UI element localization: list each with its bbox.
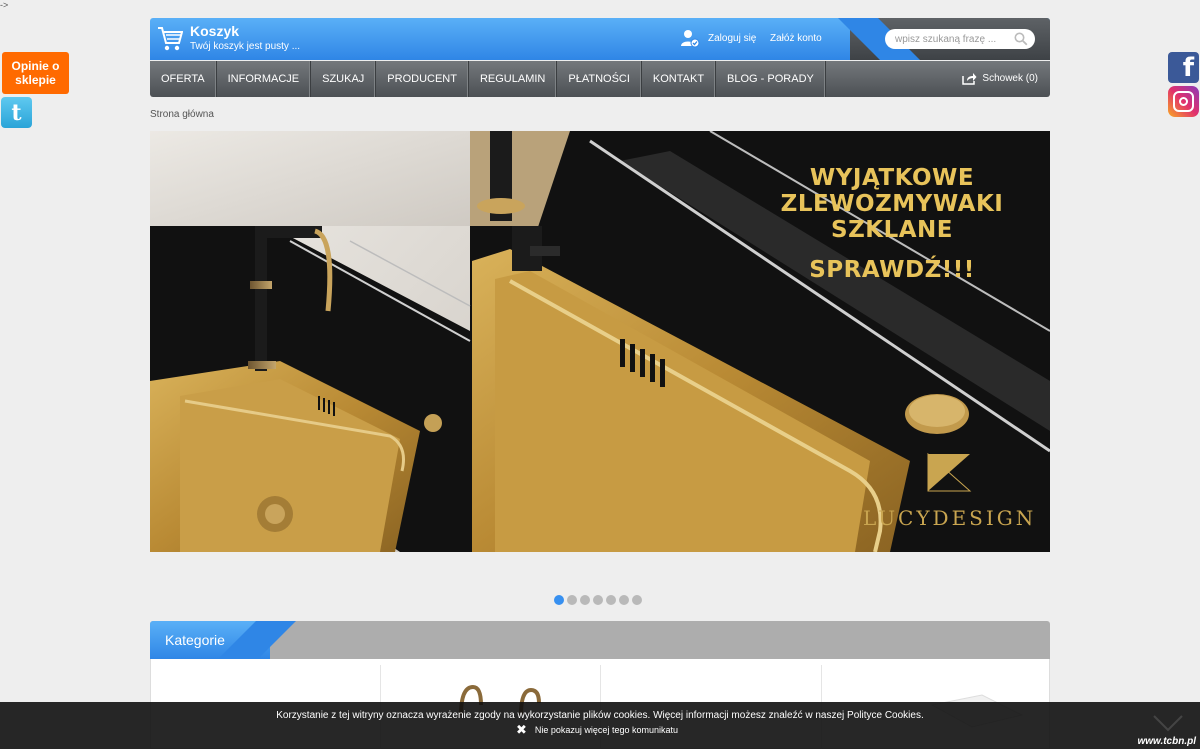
share-icon xyxy=(962,73,977,85)
user-icon xyxy=(681,30,700,48)
facebook-icon[interactable]: f xyxy=(1168,52,1199,83)
twitter-icon[interactable]: t xyxy=(1,97,32,128)
banner-cta[interactable]: SPRAWDŹ!!! xyxy=(762,257,1022,283)
chevron-down-icon[interactable] xyxy=(1152,714,1184,732)
breadcrumb[interactable]: Strona główna xyxy=(150,109,214,120)
cookie-bar: Korzystanie z tej witryny oznacza wyraże… xyxy=(0,702,1200,749)
opinie-button[interactable]: Opinie o sklepie xyxy=(2,52,69,94)
corner-mark: -> xyxy=(0,0,9,10)
banner-headline: WYJĄTKOWE ZLEWOZMYWAKI SZKLANE SPRAWDŹ!!… xyxy=(762,165,1022,283)
search-icon[interactable] xyxy=(1014,32,1028,46)
nav-item-regulamin[interactable]: REGULAMIN xyxy=(469,61,558,97)
cookie-message: Korzystanie z tej witryny oznacza wyraże… xyxy=(276,710,924,721)
hero-banner[interactable]: WYJĄTKOWE ZLEWOZMYWAKI SZKLANE SPRAWDŹ!!… xyxy=(150,131,1050,552)
close-icon: ✖ xyxy=(516,722,527,737)
slider-dot[interactable] xyxy=(632,595,642,605)
slider-dot[interactable] xyxy=(554,595,564,605)
slider-dots xyxy=(554,595,642,605)
search-input[interactable] xyxy=(895,32,1005,46)
footer-credit[interactable]: www.tcbn.pl xyxy=(1137,736,1196,747)
slider-dot[interactable] xyxy=(606,595,616,605)
instagram-icon[interactable] xyxy=(1168,86,1199,117)
headline-line-1: WYJĄTKOWE xyxy=(809,165,975,191)
main-nav: OFERTA INFORMACJE SZUKAJ PRODUCENT REGUL… xyxy=(150,61,1050,97)
cookie-dismiss-button[interactable]: ✖ Nie pokazuj więcej tego komunikatu xyxy=(516,722,678,737)
clipboard-link[interactable]: Schowek (0) xyxy=(962,72,1038,85)
slider-dot[interactable] xyxy=(567,595,577,605)
categories-header: Kategorie xyxy=(150,621,1050,659)
headline-line-3: SZKLANE xyxy=(831,217,953,243)
nav-item-producent[interactable]: PRODUCENT xyxy=(376,61,469,97)
categories-title: Kategorie xyxy=(165,632,225,648)
slider-dot[interactable] xyxy=(619,595,629,605)
slider-dot[interactable] xyxy=(580,595,590,605)
search-box xyxy=(885,29,1035,49)
cart-icon[interactable] xyxy=(157,24,183,52)
clipboard-label: Schowek (0) xyxy=(982,73,1038,84)
register-link[interactable]: Załóż konto xyxy=(770,33,822,44)
nav-item-blog[interactable]: BLOG - PORADY xyxy=(716,61,826,97)
slider-dot[interactable] xyxy=(593,595,603,605)
cart-title[interactable]: Koszyk xyxy=(190,23,239,39)
headline-line-2: ZLEWOZMYWAKI xyxy=(780,191,1004,217)
nav-item-platnosci[interactable]: PŁATNOŚCI xyxy=(557,61,642,97)
search-zone xyxy=(850,18,1050,60)
cart-status: Twój koszyk jest pusty ... xyxy=(190,41,301,52)
nav-item-kontakt[interactable]: KONTAKT xyxy=(642,61,717,97)
nav-item-informacje[interactable]: INFORMACJE xyxy=(217,61,312,97)
nav-item-szukaj[interactable]: SZUKAJ xyxy=(311,61,377,97)
nav-item-oferta[interactable]: OFERTA xyxy=(150,61,217,97)
login-link[interactable]: Zaloguj się xyxy=(708,33,756,44)
header-bar: Koszyk Twój koszyk jest pusty ... Zalogu… xyxy=(150,18,1050,60)
cookie-dismiss-label: Nie pokazuj więcej tego komunikatu xyxy=(534,724,678,735)
brand-logo: LUCYDESIGN xyxy=(863,506,1037,530)
